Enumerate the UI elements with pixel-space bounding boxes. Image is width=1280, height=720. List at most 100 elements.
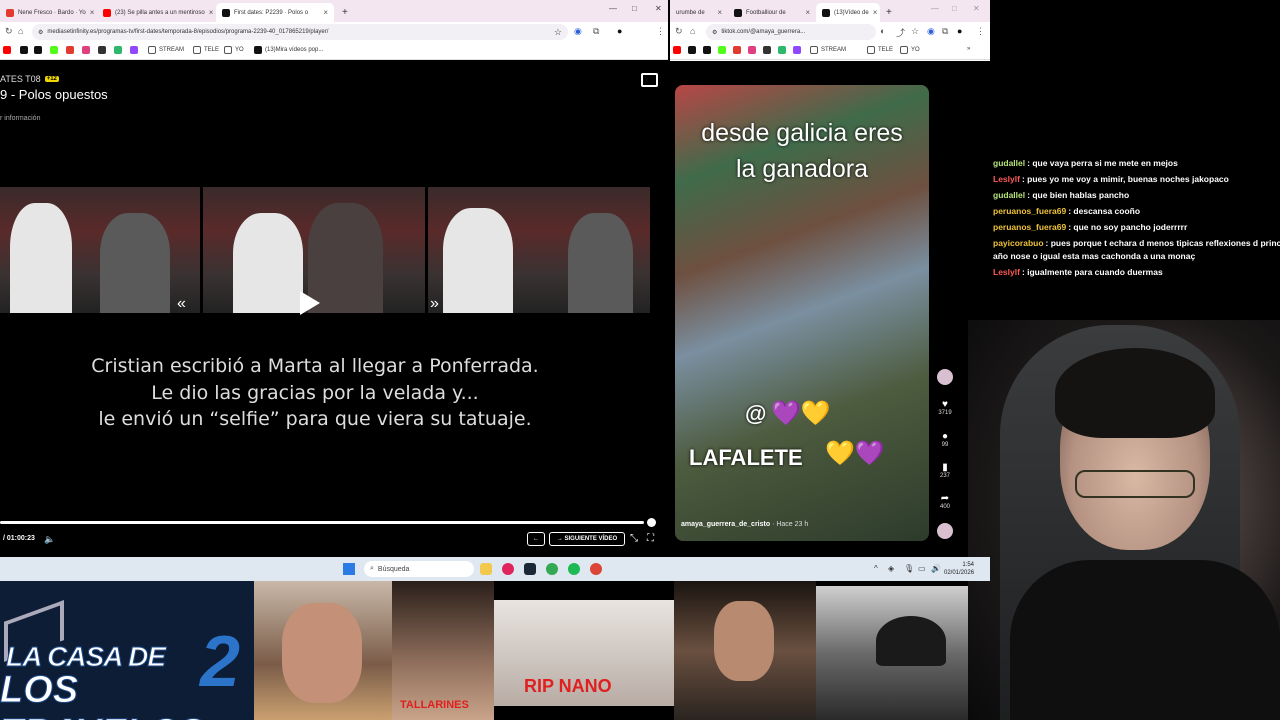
bookmark-tiktok[interactable] [20, 46, 28, 54]
chat-username[interactable]: gudallel [993, 158, 1025, 168]
bookmark-green[interactable] [778, 46, 786, 54]
close-window-icon[interactable]: ✕ [655, 4, 662, 13]
url-bar[interactable]: ⚙ tiktok.com/@amaya_guerrera... [706, 24, 876, 40]
tab-2[interactable]: (13)Vídeo de × [816, 3, 880, 22]
progress-bar[interactable] [0, 521, 645, 524]
more-bookmarks-icon[interactable]: » [967, 46, 970, 52]
minimize-player-icon[interactable]: ⤡ [630, 533, 638, 544]
tiktok-video[interactable]: desde galicia eres la ganadora @ 💜💛 LAFA… [675, 85, 929, 541]
bookmark-folder-stream[interactable]: STREAM [810, 46, 846, 54]
chat-username[interactable]: gudallel [993, 190, 1025, 200]
volume-icon[interactable]: 🔊 [931, 564, 941, 573]
star-icon[interactable]: ☆ [911, 26, 919, 37]
extensions-icon[interactable]: ⧉ [593, 26, 599, 37]
close-window-icon[interactable]: ✕ [973, 4, 980, 13]
volume-icon[interactable]: 🔈 [44, 534, 55, 545]
bookmark-pink[interactable] [748, 46, 756, 54]
play-icon[interactable] [300, 291, 320, 315]
bookmark-youtube[interactable] [673, 46, 681, 54]
close-icon[interactable]: × [323, 8, 328, 17]
author-avatar[interactable] [935, 369, 955, 385]
video-author[interactable]: amaya_guerrera_de_cristo · Hace 23 h [681, 521, 808, 528]
share-button[interactable]: ➦ 400 [935, 493, 955, 510]
progress-handle[interactable] [647, 518, 656, 527]
reload-icon[interactable]: ↻ [675, 26, 683, 37]
chat-username[interactable]: peruanos_fuera69 [993, 222, 1066, 232]
profile-icon[interactable]: ● [957, 26, 962, 36]
extensions-icon[interactable]: ⧉ [942, 26, 948, 37]
bookmark-tiktok-videos[interactable]: (13)Mira vídeos pop... [254, 46, 323, 54]
rewind-icon[interactable]: « [177, 295, 186, 313]
new-tab-button[interactable]: + [336, 3, 352, 22]
tab-2[interactable]: First dates: P2239 · Polos o × [216, 3, 334, 22]
network-icon[interactable]: ▭ [918, 564, 926, 573]
chat-username[interactable]: peruanos_fuera69 [993, 206, 1066, 216]
bookmark-twitch[interactable] [130, 46, 138, 54]
audio-icon[interactable]: ◉ [574, 26, 582, 37]
close-icon[interactable]: × [717, 8, 722, 17]
bookmark-kick[interactable] [34, 46, 42, 54]
minimize-icon[interactable]: — [931, 4, 939, 13]
minimize-icon[interactable]: — [609, 4, 617, 13]
close-icon[interactable]: × [209, 8, 214, 17]
close-icon[interactable]: × [873, 8, 878, 17]
microphone-icon[interactable]: 🎙 [904, 564, 914, 573]
new-tab-button[interactable]: + [880, 3, 896, 22]
steam-icon[interactable] [524, 563, 536, 575]
maximize-icon[interactable]: □ [952, 4, 957, 13]
bookmark-kick-green[interactable] [50, 46, 58, 54]
next-video-button[interactable]: → SIGUIENTE VÍDEO [549, 532, 625, 546]
media-app-icon[interactable] [502, 563, 514, 575]
bookmark-red[interactable] [733, 46, 741, 54]
fullscreen-icon[interactable]: ⛶ [647, 533, 654, 544]
windows-start-icon[interactable] [343, 563, 355, 575]
home-icon[interactable]: ⌂ [690, 26, 695, 36]
bookmark-folder-stream[interactable]: STREAM [148, 46, 184, 54]
profile-icon[interactable]: ● [617, 26, 622, 36]
reload-icon[interactable]: ↻ [5, 26, 13, 37]
taskbar-search[interactable]: ⌕ Búsqueda [364, 561, 474, 577]
bookmark-dark[interactable] [763, 46, 771, 54]
tab-1[interactable]: (23) Se pilla antes a un mentiroso × [97, 3, 215, 22]
bookmark-folder-tele[interactable]: TELE [193, 46, 219, 54]
tab-1[interactable]: Footballiour de × [728, 3, 816, 22]
comment-button[interactable]: ● 99 [935, 431, 955, 448]
bookmark-folder-tele[interactable]: TELE [867, 46, 893, 54]
previous-button[interactable]: ← [527, 532, 545, 546]
subtitles-icon[interactable] [641, 73, 658, 87]
tray-chevron-icon[interactable]: ^ [874, 564, 878, 573]
bookmark-green[interactable] [114, 46, 122, 54]
bookmark-youtube[interactable] [3, 46, 11, 54]
home-icon[interactable]: ⌂ [18, 26, 23, 36]
menu-icon[interactable]: ⋮ [656, 26, 665, 37]
bookmark-folder-yo[interactable]: YO [900, 46, 920, 54]
save-button[interactable]: ▮ 237 [935, 462, 955, 479]
bookmark-folder-yo[interactable]: YO [224, 46, 244, 54]
bookmark-kick[interactable] [703, 46, 711, 54]
spotify-icon[interactable] [568, 563, 580, 575]
bookmark-red[interactable] [66, 46, 74, 54]
bookmark-tiktok[interactable] [688, 46, 696, 54]
bookmark-kick-green[interactable] [718, 46, 726, 54]
share-icon[interactable]: ⤴ [896, 26, 905, 39]
site-info-icon[interactable]: ⚙ [38, 29, 43, 36]
lens-icon[interactable]: ◐ [880, 26, 885, 36]
like-button[interactable]: ♥ 3719 [935, 399, 955, 416]
site-info-icon[interactable]: ⚙ [712, 29, 717, 36]
chat-username[interactable]: Leslylf [993, 267, 1020, 277]
tab-0[interactable]: urumbe de × [670, 3, 728, 22]
chat-username[interactable]: payicorabuo [993, 238, 1044, 248]
more-info-link[interactable]: r información [0, 115, 40, 122]
maximize-icon[interactable]: □ [632, 4, 637, 13]
chrome-profile-icon[interactable] [590, 563, 602, 575]
menu-icon[interactable]: ⋮ [976, 26, 985, 37]
bookmark-pink[interactable] [82, 46, 90, 54]
forward-icon[interactable]: » [430, 295, 439, 313]
video-player[interactable]: ATES T08 +12 9 - Polos opuestos r inform… [0, 61, 668, 557]
file-explorer-icon[interactable] [480, 563, 492, 575]
audio-icon[interactable]: ◉ [927, 26, 935, 37]
url-bar[interactable]: ⚙ mediasetinfinity.es/programas-tv/first… [32, 24, 568, 40]
tray-app-icon[interactable]: ◈ [888, 564, 894, 573]
close-icon[interactable]: × [90, 8, 95, 17]
bookmark-dark[interactable] [98, 46, 106, 54]
